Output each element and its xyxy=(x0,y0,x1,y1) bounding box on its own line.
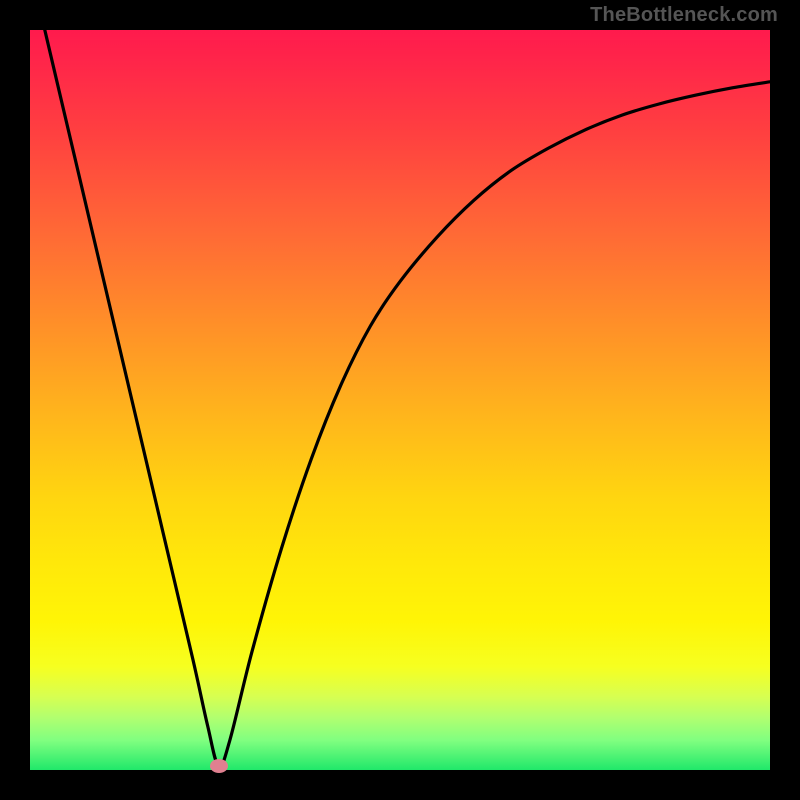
chart-container: TheBottleneck.com xyxy=(0,0,800,800)
minimum-marker xyxy=(210,759,228,773)
plot-gradient-background xyxy=(30,30,770,770)
watermark-text: TheBottleneck.com xyxy=(590,4,778,27)
